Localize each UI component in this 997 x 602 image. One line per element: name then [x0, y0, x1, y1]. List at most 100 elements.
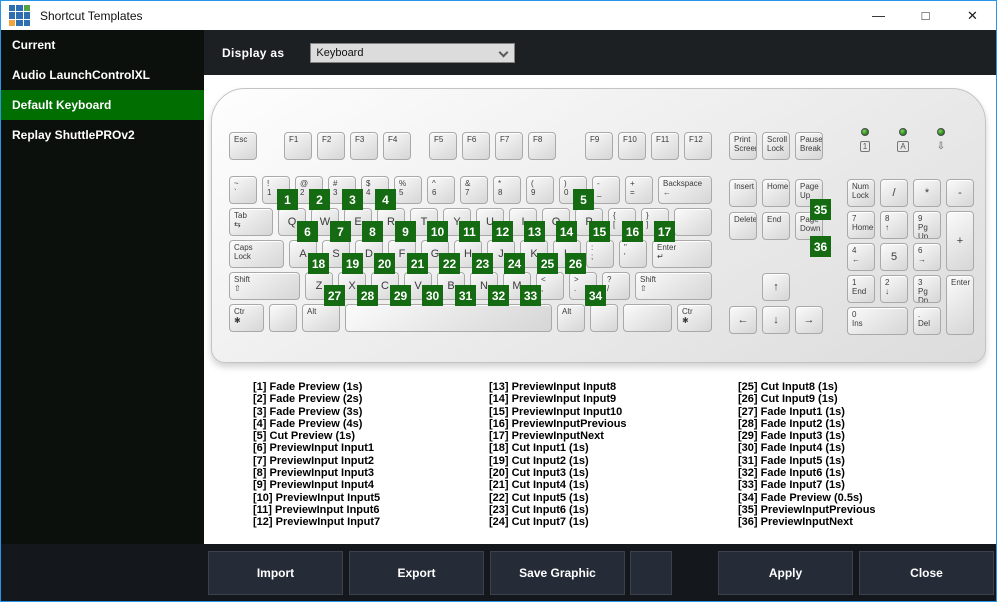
legend-item: [3] Fade Preview (3s) [253, 405, 363, 418]
shortcut-badge-33: 33 [520, 285, 541, 306]
key-caps: Caps Lock [229, 240, 284, 268]
legend-item: [23] Cut Input6 (1s) [489, 503, 589, 516]
legend-item: [28] Fade Input2 (1s) [738, 417, 845, 430]
key-blank: : ; [586, 240, 614, 268]
key-f12: F12 [684, 132, 712, 160]
led-dot-icon [861, 128, 869, 136]
key-alt: Alt [302, 304, 340, 332]
key-enter: Enter [946, 275, 974, 335]
key-delete: Delete [729, 212, 757, 240]
legend-item: [7] PreviewInput Input2 [253, 454, 375, 467]
legend-item: [2] Fade Preview (2s) [253, 393, 363, 406]
sidebar-item-default-keyboard[interactable]: Default Keyboard [1, 90, 204, 120]
key--: - _ [592, 176, 620, 204]
key-backspace: Backspace ← [658, 176, 712, 204]
legend-item: [9] PreviewInput Input4 [253, 479, 375, 492]
shortcut-badge-10: 10 [427, 221, 448, 242]
legend-item: [6] PreviewInput Input1 [253, 442, 375, 455]
shortcut-badge-12: 12 [492, 221, 513, 242]
key-blank: . Del [913, 307, 941, 335]
shortcut-badge-23: 23 [472, 253, 493, 274]
key-blank: ? / [602, 272, 630, 300]
key-shift: Shift ⇧ [635, 272, 712, 300]
key-4: 4 ← [847, 243, 875, 271]
legend-item: [30] Fade Input4 (1s) [738, 442, 845, 455]
key-8: 8 ↑ [880, 211, 908, 239]
import-button[interactable]: Import [208, 551, 343, 595]
led-dot-icon [899, 128, 907, 136]
key-6: 6 → [913, 243, 941, 271]
key-blank [345, 304, 552, 332]
legend-column-1: [1] Fade Preview (1s) [2] Fade Preview (2… [253, 381, 489, 529]
shortcut-badge-14: 14 [556, 221, 577, 242]
key-f8: F8 [528, 132, 556, 160]
shortcut-templates-window: Shortcut Templates — □ ✕ Current Audio La… [0, 0, 997, 602]
legend-item: [22] Cut Input5 (1s) [489, 491, 589, 504]
key-blank: ↓ [762, 306, 790, 334]
key-0: 0 Ins [847, 307, 908, 335]
close-button[interactable]: Close [859, 551, 994, 595]
sidebar: Current Audio LaunchControlXL Default Keyb… [1, 30, 204, 544]
export-button[interactable]: Export [349, 551, 484, 595]
shortcut-badge-17: 17 [654, 221, 675, 242]
shortcut-badge-22: 22 [439, 253, 460, 274]
legend-item: [34] Fade Preview (0.5s) [738, 491, 863, 504]
shortcut-legend: [1] Fade Preview (1s) [2] Fade Preview (2… [204, 381, 876, 529]
close-icon[interactable]: ✕ [949, 1, 996, 30]
key-blank: * 8 [493, 176, 521, 204]
shortcut-badge-18: 18 [308, 253, 329, 274]
legend-item: [17] PreviewInputNext [489, 430, 604, 443]
vmix-app-icon [9, 5, 30, 26]
shortcut-badge-11: 11 [459, 221, 480, 242]
led-dot-icon [937, 128, 945, 136]
sidebar-item-replay-shuttleprov2[interactable]: Replay ShuttlePROv2 [1, 120, 204, 150]
key-home: Home [762, 179, 790, 207]
display-as-value: Keyboard [316, 46, 364, 59]
key-end: End [762, 212, 790, 240]
legend-item: [25] Cut Input8 (1s) [738, 381, 838, 393]
key-alt: Alt [557, 304, 585, 332]
shortcut-badge-31: 31 [455, 285, 476, 306]
led-indicator: A [888, 128, 918, 154]
shortcut-badge-28: 28 [357, 285, 378, 306]
legend-item: [33] Fade Input7 (1s) [738, 479, 845, 492]
legend-item: [20] Cut Input3 (1s) [489, 467, 589, 480]
apply-button[interactable]: Apply [718, 551, 853, 595]
key-blank: + = [625, 176, 653, 204]
led-symbol: 1 [859, 141, 871, 152]
minimize-icon[interactable]: — [855, 1, 902, 30]
key-2: 2 ↓ [880, 275, 908, 303]
key-blank [269, 304, 297, 332]
legend-item: [26] Cut Input9 (1s) [738, 393, 838, 406]
shortcut-badge-29: 29 [390, 285, 411, 306]
key-scroll: Scroll Lock [762, 132, 790, 160]
maximize-icon[interactable]: □ [902, 1, 949, 30]
key-blank: " ' [619, 240, 647, 268]
shortcut-badge-32: 32 [488, 285, 509, 306]
shortcut-badge-30: 30 [422, 285, 443, 306]
key-blank: & 7 [460, 176, 488, 204]
legend-item: [12] PreviewInput Input7 [253, 516, 381, 529]
key-print: Print Screen [729, 132, 757, 160]
empty-slot-button [630, 551, 672, 595]
legend-item: [35] PreviewInputPrevious [738, 503, 876, 516]
key-9: 9 Pg Up [913, 211, 941, 239]
legend-item: [32] Fade Input6 (1s) [738, 467, 845, 480]
legend-item: [15] PreviewInput Input10 [489, 405, 623, 418]
shortcut-badge-24: 24 [504, 253, 525, 274]
sidebar-item-current[interactable]: Current [1, 30, 204, 60]
key-f9: F9 [585, 132, 613, 160]
shortcut-badge-34: 34 [585, 285, 606, 306]
key-f11: F11 [651, 132, 679, 160]
key-f6: F6 [462, 132, 490, 160]
shortcut-badge-21: 21 [407, 253, 428, 274]
display-as-select[interactable]: Keyboard [310, 42, 516, 63]
save-graphic-button[interactable]: Save Graphic [490, 551, 625, 595]
legend-item: [36] PreviewInputNext [738, 516, 853, 529]
legend-item: [8] PreviewInput Input3 [253, 467, 375, 480]
legend-column-3: [25] Cut Input8 (1s) [26] Cut Input9 (1s)… [738, 381, 876, 529]
key-f3: F3 [350, 132, 378, 160]
sidebar-item-audio-launchcontrolxl[interactable]: Audio LaunchControlXL [1, 60, 204, 90]
legend-column-2: [13] PreviewInput Input8 [14] PreviewInpu… [489, 381, 738, 529]
key-blank: → [795, 306, 823, 334]
